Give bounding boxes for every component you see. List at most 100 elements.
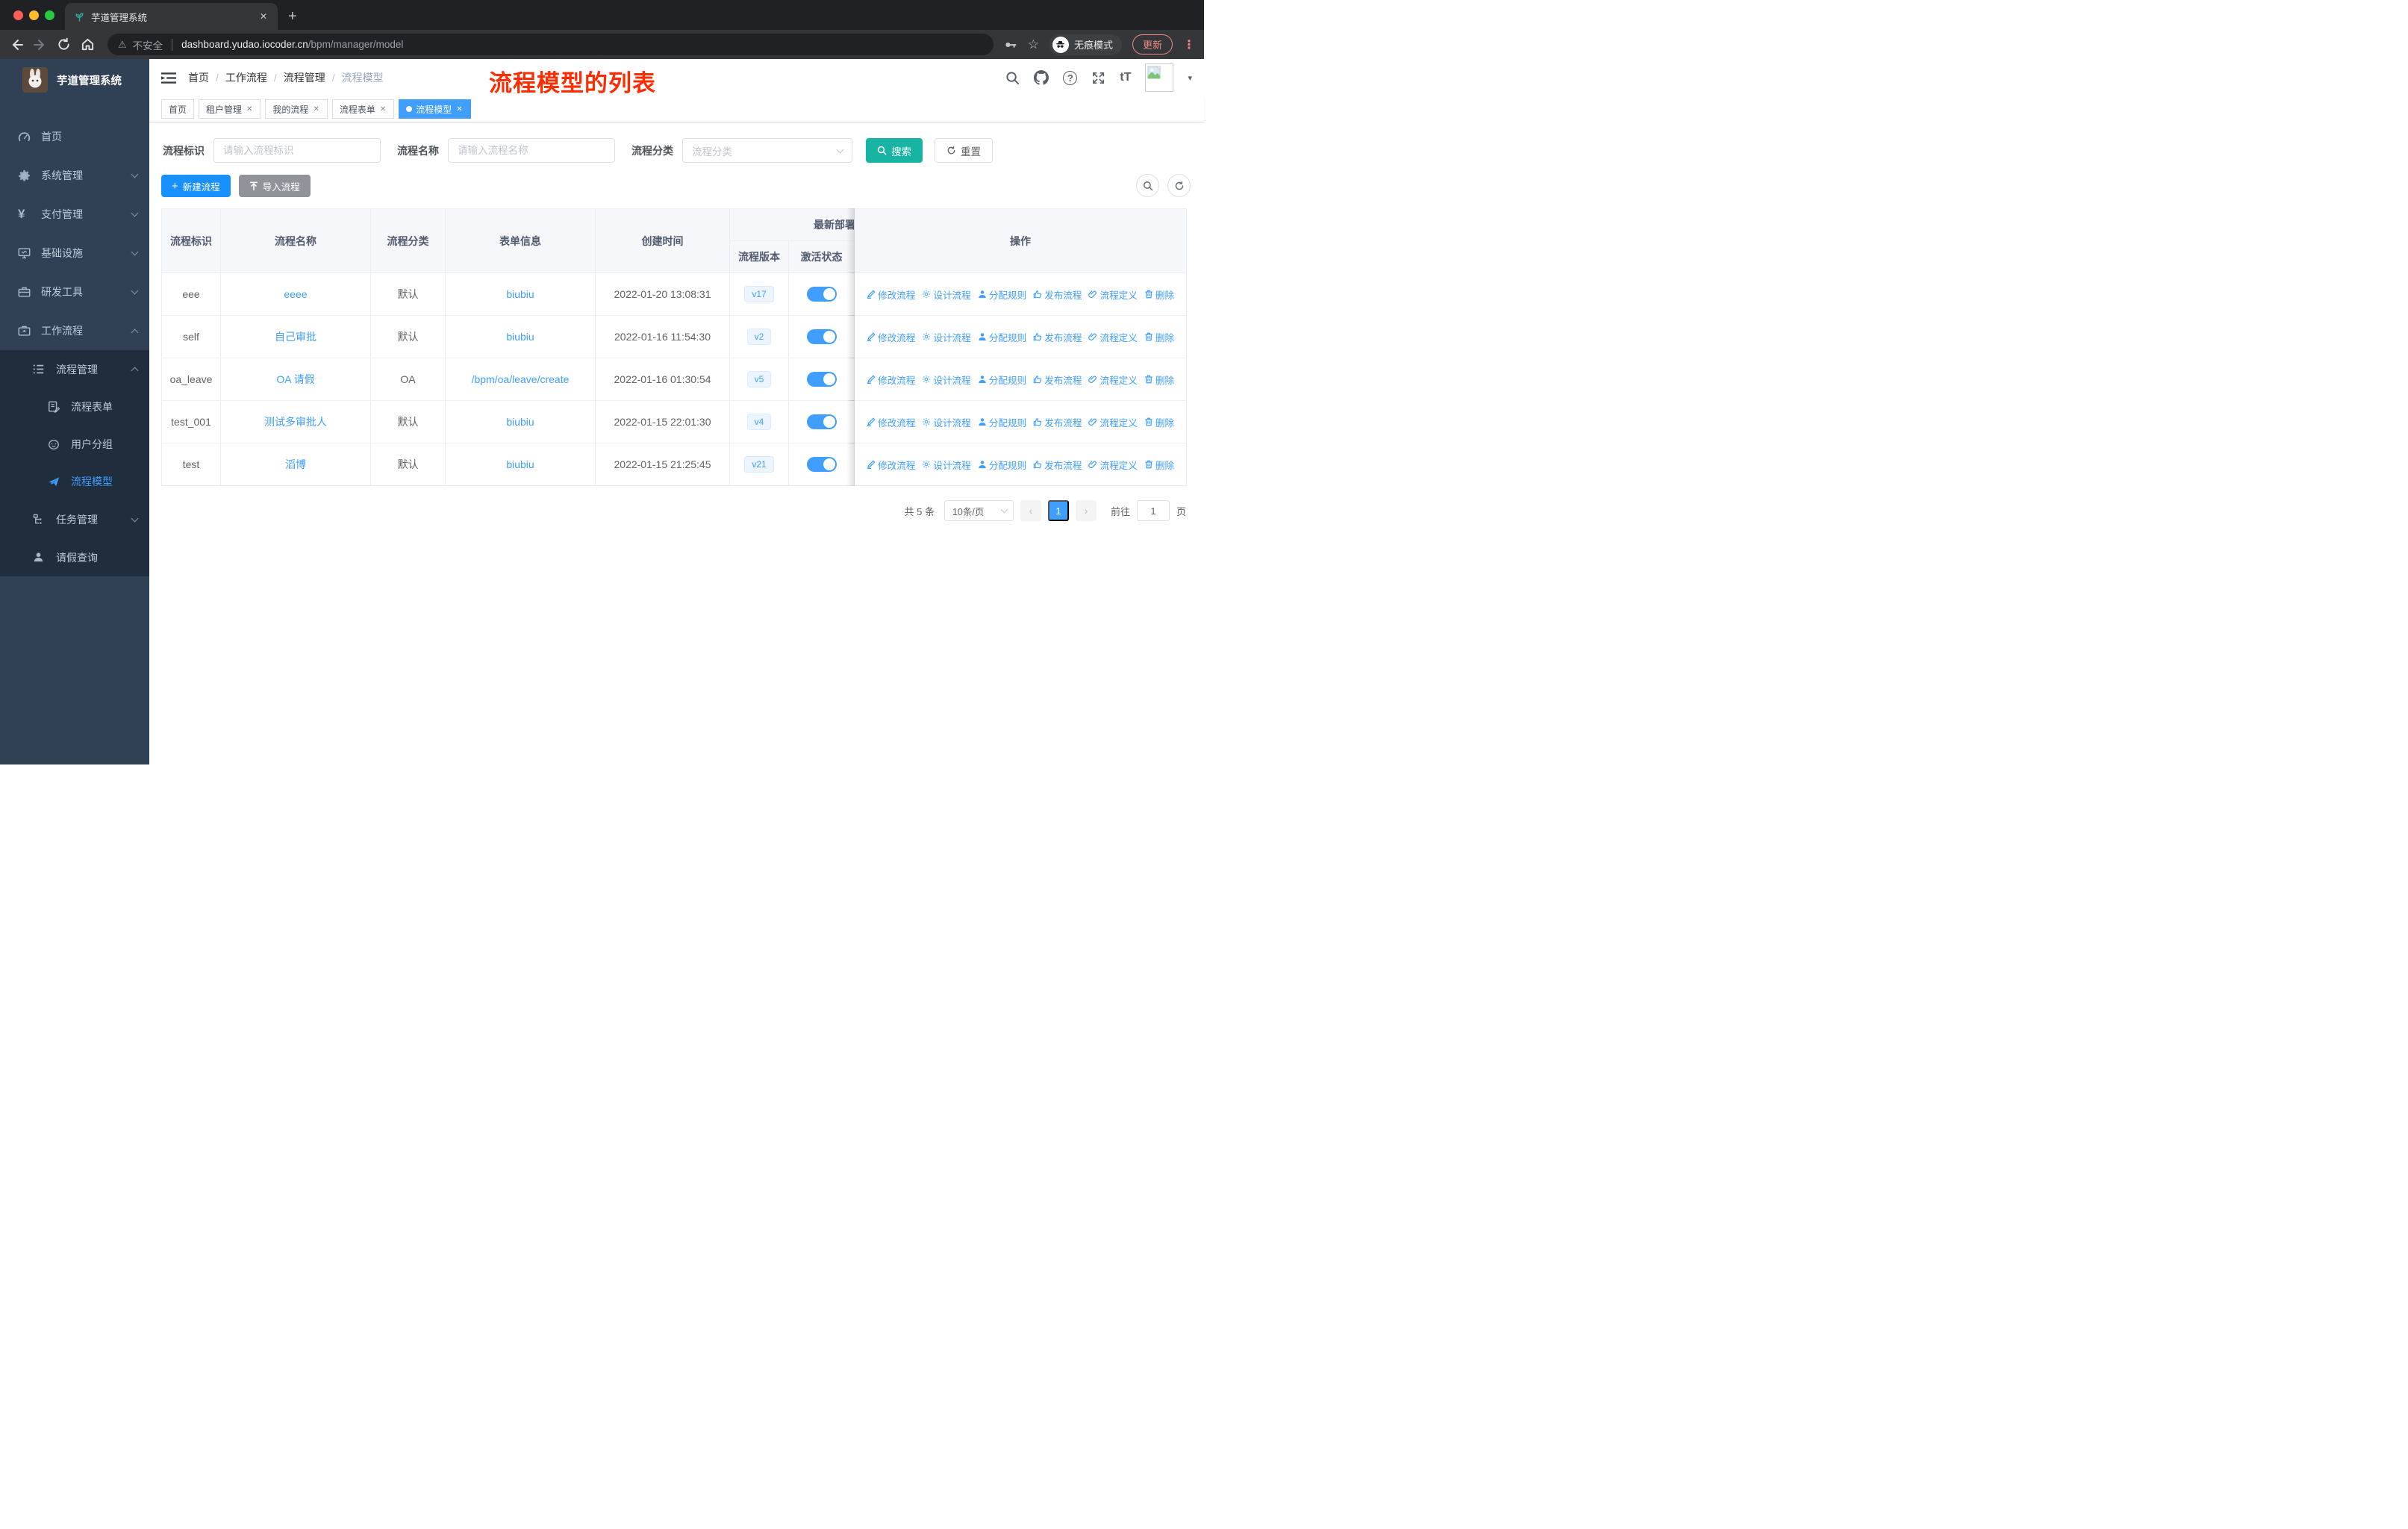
prev-page-button[interactable]: ‹	[1020, 500, 1041, 521]
process-name-link[interactable]: eeee	[284, 288, 307, 300]
action-assign-link[interactable]: 分配规则	[978, 330, 1026, 344]
page-1-button[interactable]: 1	[1047, 500, 1069, 521]
browser-tab[interactable]: 芋道管理系统 ✕	[65, 3, 278, 30]
show-search-button[interactable]	[1136, 174, 1159, 197]
action-edit-link[interactable]: 修改流程	[867, 330, 915, 344]
form-info-link[interactable]: /bpm/oa/leave/create	[472, 373, 570, 385]
action-publish-link[interactable]: 发布流程	[1033, 415, 1082, 429]
process-name-link[interactable]: 测试多审批人	[264, 416, 327, 428]
fullscreen-icon[interactable]	[1091, 71, 1105, 85]
update-button[interactable]: 更新	[1132, 34, 1173, 55]
tag-close-icon[interactable]: ✕	[379, 105, 387, 114]
action-assign-link[interactable]: 分配规则	[978, 287, 1026, 302]
active-toggle[interactable]	[806, 457, 837, 472]
action-publish-link[interactable]: 发布流程	[1033, 330, 1082, 344]
action-delete-link[interactable]: 删除	[1144, 330, 1174, 344]
action-design-link[interactable]: 设计流程	[922, 330, 971, 344]
process-category-select[interactable]: 流程分类	[682, 138, 852, 163]
sidebar-item-devtools[interactable]: 研发工具	[0, 273, 149, 311]
sidebar-item-infrastructure[interactable]: 基础设施	[0, 234, 149, 273]
process-name-link[interactable]: 滔博	[285, 458, 306, 470]
form-info-link[interactable]: biubiu	[506, 458, 534, 470]
import-process-button[interactable]: 导入流程	[238, 175, 311, 197]
sidebar-item-payment[interactable]: ¥ 支付管理	[0, 195, 149, 234]
window-zoom-button[interactable]	[45, 10, 54, 20]
tag-my-process[interactable]: 我的流程 ✕	[265, 99, 328, 119]
tag-process-model[interactable]: 流程模型 ✕	[399, 99, 471, 119]
action-edit-link[interactable]: 修改流程	[867, 458, 915, 472]
sidebar-item-system[interactable]: 系统管理	[0, 156, 149, 195]
bookmark-star-icon[interactable]: ☆	[1028, 37, 1039, 52]
search-icon[interactable]	[1005, 71, 1020, 85]
active-toggle[interactable]	[806, 287, 837, 302]
process-name-input[interactable]	[448, 138, 615, 163]
sidebar-item-process-form[interactable]: 流程表单	[0, 388, 149, 426]
key-icon[interactable]	[1004, 38, 1017, 52]
process-key-input[interactable]	[213, 138, 381, 163]
breadcrumb-workflow[interactable]: 工作流程	[225, 70, 267, 85]
action-assign-link[interactable]: 分配规则	[978, 373, 1026, 387]
github-icon[interactable]	[1034, 70, 1049, 85]
action-definition-link[interactable]: 流程定义	[1088, 458, 1138, 472]
page-size-select[interactable]: 10条/页	[943, 500, 1014, 521]
action-delete-link[interactable]: 删除	[1144, 373, 1174, 387]
help-icon[interactable]: ?	[1063, 70, 1078, 85]
process-name-link[interactable]: 自己审批	[275, 331, 316, 343]
sidebar-item-process-management[interactable]: 流程管理	[0, 350, 149, 388]
form-info-link[interactable]: biubiu	[506, 288, 534, 300]
security-label[interactable]: 不安全	[133, 37, 163, 52]
breadcrumb-process-management[interactable]: 流程管理	[284, 70, 325, 85]
create-process-button[interactable]: + 新建流程	[161, 175, 231, 197]
action-publish-link[interactable]: 发布流程	[1033, 373, 1082, 387]
tag-tenant-management[interactable]: 租户管理 ✕	[199, 99, 261, 119]
goto-page-input[interactable]	[1136, 500, 1170, 521]
back-button[interactable]	[9, 38, 25, 52]
home-button[interactable]	[81, 37, 97, 52]
sidebar-item-task-management[interactable]: 任务管理	[0, 500, 149, 538]
window-close-button[interactable]	[13, 10, 23, 20]
chevron-down-icon[interactable]: ▾	[1188, 73, 1192, 83]
new-tab-button[interactable]: +	[288, 8, 297, 25]
action-design-link[interactable]: 设计流程	[922, 373, 971, 387]
sidebar-item-process-model[interactable]: 流程模型	[0, 463, 149, 500]
action-design-link[interactable]: 设计流程	[922, 458, 971, 472]
action-definition-link[interactable]: 流程定义	[1088, 330, 1138, 344]
active-toggle[interactable]	[806, 329, 837, 344]
active-toggle[interactable]	[806, 372, 837, 387]
reload-button[interactable]	[57, 37, 73, 52]
refresh-table-button[interactable]	[1167, 174, 1191, 197]
action-assign-link[interactable]: 分配规则	[978, 458, 1026, 472]
sidebar-item-workflow[interactable]: 工作流程	[0, 311, 149, 350]
action-assign-link[interactable]: 分配规则	[978, 415, 1026, 429]
window-minimize-button[interactable]	[29, 10, 39, 20]
action-definition-link[interactable]: 流程定义	[1088, 415, 1138, 429]
action-publish-link[interactable]: 发布流程	[1033, 287, 1082, 302]
action-design-link[interactable]: 设计流程	[922, 287, 971, 302]
action-definition-link[interactable]: 流程定义	[1088, 287, 1138, 302]
browser-menu-dots-icon[interactable]: ⋮	[1183, 37, 1195, 52]
tab-close-icon[interactable]: ✕	[257, 10, 270, 23]
action-edit-link[interactable]: 修改流程	[867, 373, 915, 387]
next-page-button[interactable]: ›	[1075, 500, 1097, 521]
action-edit-link[interactable]: 修改流程	[867, 287, 915, 302]
search-button[interactable]: 搜索	[866, 138, 923, 163]
avatar[interactable]	[1145, 63, 1174, 92]
forward-button[interactable]	[33, 38, 49, 52]
active-toggle[interactable]	[806, 414, 837, 429]
action-publish-link[interactable]: 发布流程	[1033, 458, 1082, 472]
tag-close-icon[interactable]: ✕	[455, 105, 463, 114]
hamburger-icon[interactable]	[161, 72, 176, 84]
tag-close-icon[interactable]: ✕	[312, 105, 319, 114]
sidebar-item-user-group[interactable]: 用户分组	[0, 426, 149, 463]
action-edit-link[interactable]: 修改流程	[867, 415, 915, 429]
form-info-link[interactable]: biubiu	[506, 416, 534, 428]
font-size-icon[interactable]: tT	[1120, 71, 1131, 84]
tag-process-form[interactable]: 流程表单 ✕	[331, 99, 395, 119]
tag-home[interactable]: 首页	[161, 99, 195, 119]
form-info-link[interactable]: biubiu	[506, 331, 534, 343]
action-design-link[interactable]: 设计流程	[922, 415, 971, 429]
action-definition-link[interactable]: 流程定义	[1088, 373, 1138, 387]
url-domain[interactable]: dashboard.yudao.iocoder.cn	[181, 39, 308, 50]
url-bar[interactable]: ⚠ 不安全 dashboard.yudao.iocoder.cn/bpm/man…	[107, 34, 994, 55]
action-delete-link[interactable]: 删除	[1144, 415, 1174, 429]
